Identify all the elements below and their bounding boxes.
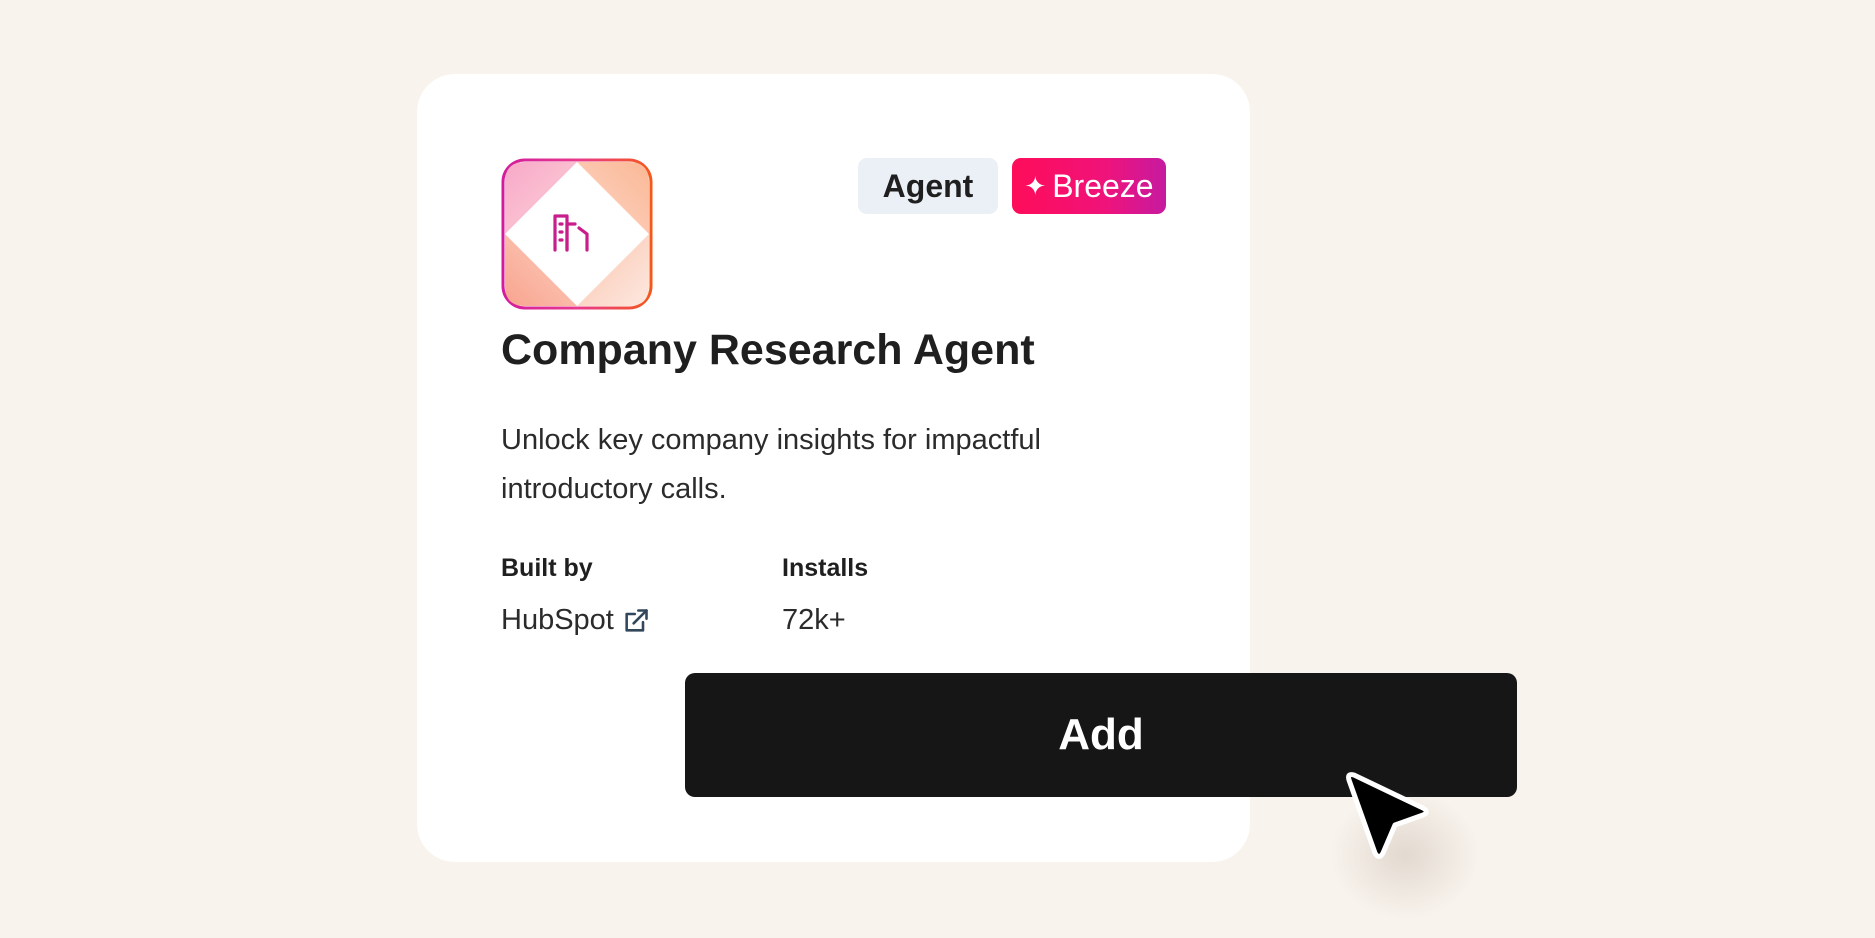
agent-description: Unlock key company insights for impactfu… [501,424,1041,505]
tag-group: Agent ✦ Breeze [858,158,1166,214]
agent-tag: Agent [858,158,998,214]
pointer-cursor-icon [1346,772,1429,859]
app-icon [501,158,653,310]
agent-tag-label: Agent [882,167,974,204]
built-by-link[interactable]: HubSpot [501,604,650,637]
breeze-tag: ✦ Breeze [1012,158,1166,214]
built-by-value[interactable]: HubSpot [501,604,614,637]
installs-value: 72k+ [782,604,846,636]
built-by-label: Built by [501,554,593,582]
installs-label: Installs [782,554,869,582]
sparkle-icon: ✦ [1024,171,1047,201]
building-icon [501,158,653,310]
external-link-icon[interactable] [622,607,650,635]
breeze-tag-label: Breeze [1052,167,1154,204]
agent-title: Company Research Agent [501,326,1035,374]
